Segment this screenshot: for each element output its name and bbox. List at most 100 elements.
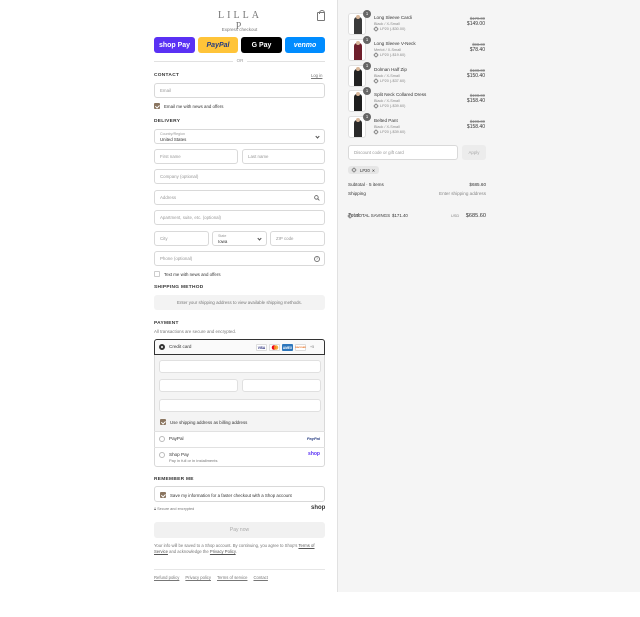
shop-pay-button[interactable]: shop Pay [154, 37, 195, 53]
zip-placeholder: ZIP code [276, 236, 294, 241]
email-news-checkbox-row[interactable]: Email me with news and offers [154, 103, 223, 109]
expiration-field[interactable] [159, 379, 238, 392]
phone-placeholder: Phone (optional) [160, 256, 193, 261]
subtotal-row: Subtotal · 5 items $685.60 [348, 182, 486, 187]
subtotal-label: Subtotal · 5 items [348, 182, 384, 187]
product-figure [354, 43, 362, 60]
email-placeholder: Email [160, 88, 171, 93]
shipping-value: Enter shipping address [439, 191, 486, 196]
email-news-checkbox[interactable] [154, 103, 160, 109]
google-pay-button[interactable]: G Pay [241, 37, 282, 53]
applied-code-chip: LP20 ✕ [348, 166, 380, 174]
address-field[interactable]: Address [154, 190, 325, 205]
shipping-notice: Enter your shipping address to view avai… [154, 295, 325, 310]
billing-same-checkbox[interactable] [160, 419, 166, 425]
company-placeholder: Company (optional) [160, 174, 199, 179]
total-savings: TOTAL SAVINGS $171.40 [347, 212, 408, 219]
state-select[interactable]: State Iowa [212, 231, 267, 246]
credit-card-option[interactable]: Credit card VISA AMEX DISCOVER +5 [154, 339, 325, 355]
phone-field[interactable]: Phone (optional) ? [154, 251, 325, 266]
paypal-option[interactable]: PayPal PayPal [154, 431, 325, 447]
shop-logo: shop [311, 505, 326, 511]
paypal-label: PayPal [169, 436, 184, 441]
contact-heading: CONTACT [154, 73, 180, 78]
login-link[interactable]: Log in [311, 73, 322, 78]
remove-code-icon[interactable]: ✕ [372, 168, 376, 173]
subtotal-value: $685.60 [469, 182, 486, 187]
item-discount: LP20 (-$39.60) [373, 129, 406, 135]
discount-code-field[interactable]: Discount code or gift card [348, 145, 458, 160]
apply-discount-button[interactable]: Apply [462, 145, 486, 160]
tag-icon [373, 78, 379, 84]
product-figure-head [356, 92, 360, 96]
shop-pay-label: Shop Pay [169, 452, 189, 457]
first-name-field[interactable]: First name [154, 149, 238, 164]
billing-same-label: Use shipping address as billing address [170, 419, 248, 425]
payment-heading: PAYMENT [154, 321, 179, 326]
quantity-badge: 1 [363, 113, 371, 121]
billing-same-checkbox-row[interactable]: Use shipping address as billing address [160, 419, 247, 425]
email-field[interactable]: Email [154, 83, 325, 98]
country-label: Country/Region [160, 132, 185, 136]
credit-card-radio[interactable] [159, 344, 165, 350]
email-news-label: Email me with news and offers [164, 103, 224, 109]
country-select[interactable]: Country/Region United States [154, 129, 325, 144]
quantity-badge: 1 [363, 87, 371, 95]
item-discount: LP20 (-$19.60) [373, 52, 406, 58]
apartment-field[interactable]: Apartment, suite, etc. (optional) [154, 210, 325, 225]
savings-label: TOTAL SAVINGS [356, 213, 390, 218]
remember-checkbox-row[interactable]: Save my information for a faster checkou… [160, 492, 292, 498]
company-field[interactable]: Company (optional) [154, 169, 325, 184]
product-figure [354, 120, 362, 137]
tag-icon [373, 52, 379, 58]
item-variant: Black / X-Small [374, 125, 400, 129]
name-on-card-field[interactable] [159, 399, 321, 412]
text-news-checkbox-row[interactable]: Text me with news and offers [154, 271, 221, 277]
paypal-radio[interactable] [159, 436, 165, 442]
item-discount: LP20 (-$30.00) [373, 26, 405, 32]
legal-text-end: . [235, 549, 237, 554]
discount-placeholder: Discount code or gift card [354, 150, 404, 155]
contact-link[interactable]: Contact [253, 575, 267, 580]
zip-field[interactable]: ZIP code [270, 231, 325, 246]
shop-pay-radio[interactable] [159, 452, 165, 458]
item-variant: Black / X-Small [374, 99, 400, 103]
shopping-bag-icon[interactable] [317, 10, 325, 21]
shop-pay-subtitle: Pay in full or in installments [169, 458, 218, 463]
item-discount-text: LP20 (-$19.60) [380, 53, 406, 57]
privacy-policy-link[interactable]: Privacy policy [185, 575, 211, 580]
product-figure-head [356, 15, 360, 19]
product-figure [354, 94, 362, 111]
state-label: State [218, 234, 227, 238]
pay-now-button[interactable]: Pay now [154, 522, 325, 538]
tag-icon [351, 167, 357, 173]
remember-checkbox[interactable] [160, 492, 166, 498]
item-discount-text: LP20 (-$39.60) [380, 130, 406, 134]
security-code-field[interactable] [242, 379, 321, 392]
item-variant: Black / X-Small [374, 74, 400, 78]
product-figure-head [356, 118, 360, 122]
item-variant: Merlot / X-Small [374, 48, 402, 52]
legal-text-mid: and acknowledge the [169, 549, 209, 554]
footer-links: Refund policy Privacy policy Terms of se… [154, 575, 268, 580]
total-currency: USD [450, 213, 460, 218]
venmo-button[interactable]: venmo [285, 37, 325, 53]
legal-text: Your info will be saved to a Shop accoun… [154, 543, 325, 555]
item-variant: Black / X-Small [374, 22, 400, 26]
last-name-field[interactable]: Last name [242, 149, 325, 164]
credit-card-form: Use shipping address as billing address [154, 355, 325, 431]
store-logo[interactable]: LILLA P [215, 10, 265, 32]
state-value: Iowa [218, 239, 228, 244]
refund-policy-link[interactable]: Refund policy [154, 575, 179, 580]
chevron-down-icon [315, 134, 320, 139]
terms-of-service-link[interactable]: Terms of service [217, 575, 247, 580]
shop-pay-option[interactable]: Shop Pay Pay in full or in installments … [154, 447, 325, 467]
city-field[interactable]: City [154, 231, 209, 246]
card-number-field[interactable] [159, 360, 321, 373]
text-news-checkbox[interactable] [154, 271, 160, 277]
item-discount-text: LP20 (-$37.60) [380, 79, 406, 83]
paypal-button[interactable]: PayPal [198, 37, 238, 53]
product-figure [354, 17, 362, 34]
help-icon[interactable]: ? [314, 256, 320, 262]
privacy-link[interactable]: Privacy Policy [210, 549, 236, 554]
